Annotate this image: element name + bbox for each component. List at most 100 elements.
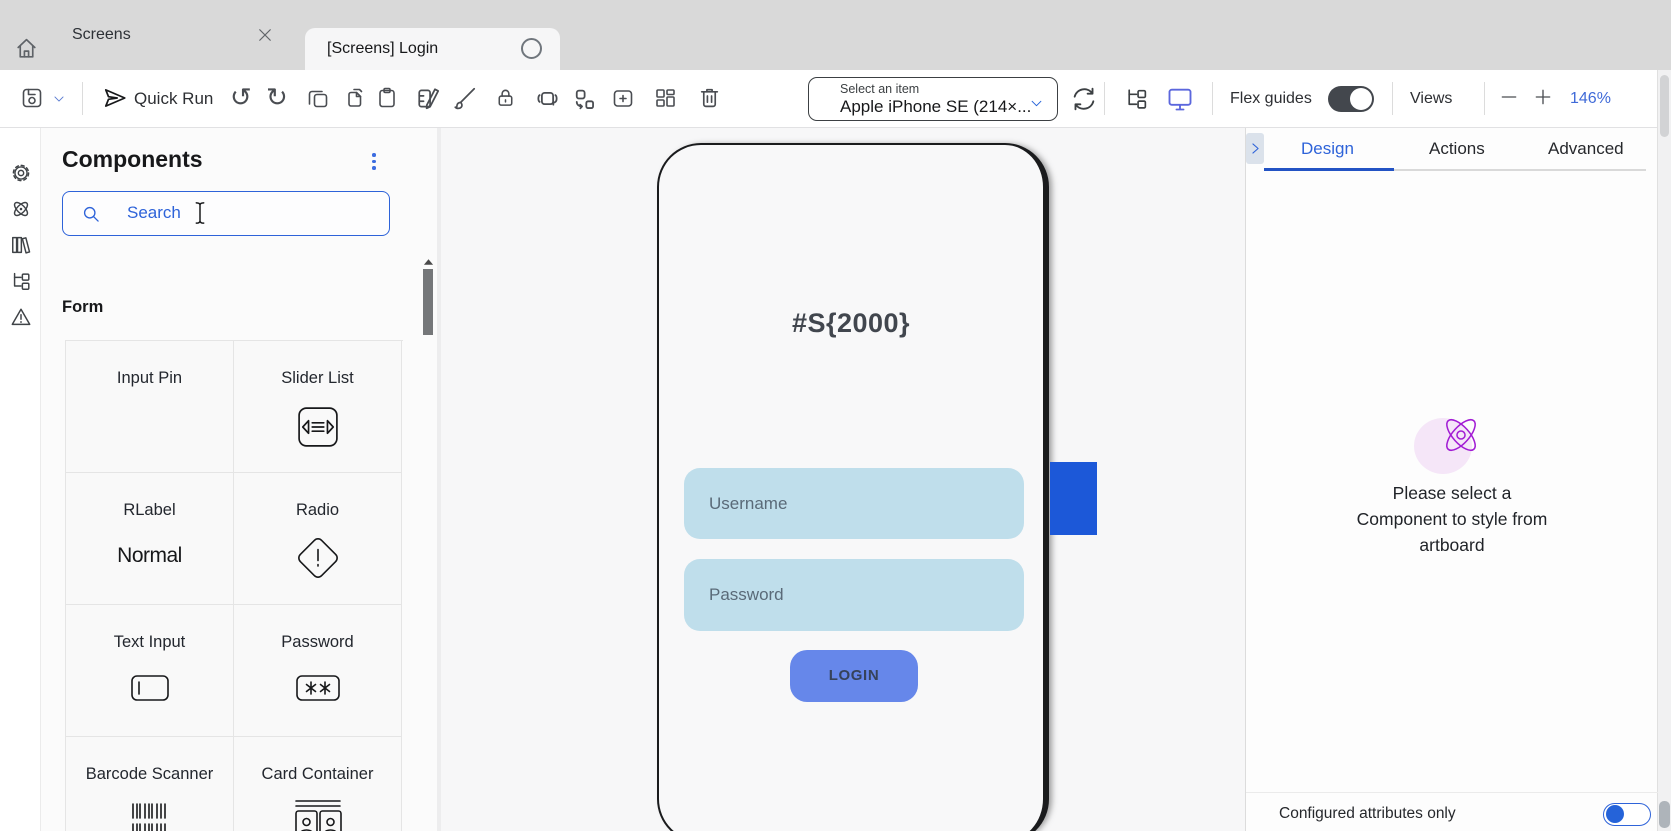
configured-attributes-toggle[interactable]	[1603, 803, 1651, 826]
scrollbar-thumb[interactable]	[1660, 75, 1669, 137]
configured-attributes-label: Configured attributes only	[1279, 805, 1456, 823]
component-label: Password	[281, 633, 353, 652]
tab-design[interactable]: Design	[1301, 139, 1354, 159]
copy-icon	[306, 86, 330, 110]
chevron-down-icon	[52, 92, 66, 106]
copy-button[interactable]	[306, 86, 330, 110]
app-window: Screens [Screens] Login Quick Run ↺ ↻	[0, 0, 1671, 831]
zoom-out-button[interactable]	[1499, 87, 1519, 107]
sync-button[interactable]	[1070, 85, 1098, 113]
search-input[interactable]	[127, 192, 377, 233]
toolbar: Quick Run ↺ ↻	[0, 70, 1671, 128]
warning-triangle-icon	[10, 306, 32, 328]
username-placeholder: Username	[709, 494, 787, 513]
bring-forward-button[interactable]	[534, 85, 561, 112]
component-password[interactable]: Password	[234, 605, 402, 737]
scrollbar-thumb-bottom[interactable]	[1659, 801, 1670, 828]
empty-state-line: artboard	[1332, 532, 1572, 558]
collapse-panel-button[interactable]	[1246, 133, 1264, 164]
library-books-icon	[10, 234, 32, 256]
monitor-icon	[1166, 85, 1194, 113]
tree-structure-icon	[10, 270, 32, 292]
rail-components-button[interactable]	[10, 198, 32, 220]
components-menu-button[interactable]	[367, 153, 381, 173]
paste-button[interactable]	[375, 86, 399, 110]
home-button[interactable]	[14, 36, 39, 61]
quick-run-button[interactable]	[102, 85, 128, 111]
hierarchy-tree-icon	[1124, 86, 1149, 111]
tab-login-label: [Screens] Login	[327, 28, 438, 70]
zoom-level-dropdown[interactable]: 146%	[1570, 89, 1611, 109]
scrollbar-thumb[interactable]	[423, 269, 433, 335]
screen-title-text[interactable]: #S{2000}	[659, 308, 1043, 339]
component-card-container[interactable]: Card Container	[234, 737, 402, 831]
duplicate-page-icon	[342, 86, 366, 110]
brush-icon	[452, 85, 478, 111]
duplicate-button[interactable]	[342, 86, 366, 110]
undo-button[interactable]: ↺	[230, 82, 252, 113]
active-tab-underline	[1264, 168, 1394, 171]
undo-icon: ↺	[230, 82, 252, 112]
password-field[interactable]: Password	[684, 559, 1024, 631]
tree-view-button[interactable]	[1124, 86, 1149, 111]
components-scrollbar[interactable]	[423, 258, 434, 335]
redo-button[interactable]: ↻	[266, 82, 288, 113]
views-dropdown[interactable]: Views	[1410, 89, 1452, 109]
component-radio[interactable]: Radio	[234, 473, 402, 605]
component-slider-list[interactable]: Slider List	[234, 341, 402, 473]
slider-list-icon	[297, 406, 339, 448]
tab-actions[interactable]: Actions	[1429, 139, 1485, 159]
components-search[interactable]	[62, 191, 390, 236]
delete-button[interactable]	[697, 85, 722, 110]
flex-guides-toggle[interactable]	[1328, 86, 1374, 112]
run-send-icon	[102, 85, 128, 111]
rail-library-button[interactable]	[10, 234, 32, 256]
empty-state-line: Component to style from	[1332, 506, 1572, 532]
rail-settings-button[interactable]	[10, 162, 32, 184]
folder-plus-icon	[611, 86, 635, 110]
save-options-button[interactable]	[52, 92, 66, 106]
scroll-up-arrow-icon[interactable]	[423, 258, 434, 266]
component-label: Radio	[296, 501, 339, 520]
selection-rectangle[interactable]	[1050, 462, 1097, 535]
atom-icon	[10, 198, 32, 220]
redo-icon: ↻	[266, 82, 288, 112]
toolbar-divider	[1392, 82, 1393, 115]
brush-button[interactable]	[452, 85, 478, 111]
window-scrollbar[interactable]	[1657, 70, 1671, 831]
component-rlabel[interactable]: RLabel Normal	[66, 473, 234, 605]
save-button[interactable]	[20, 86, 44, 110]
arrange-backward-icon	[570, 85, 597, 112]
toolbar-divider	[1104, 82, 1105, 115]
component-text-input[interactable]: Text Input	[66, 605, 234, 737]
tab-screens[interactable]: Screens	[40, 14, 290, 56]
rail-hierarchy-button[interactable]	[10, 270, 32, 292]
quick-run-label[interactable]: Quick Run	[134, 89, 213, 109]
send-backward-button[interactable]	[570, 85, 597, 112]
layout-button[interactable]	[653, 86, 677, 110]
preview-screen-button[interactable]	[1166, 85, 1194, 113]
login-button[interactable]: LOGIN	[790, 650, 918, 702]
left-icon-rail	[0, 128, 41, 831]
paste-clipboard-icon	[375, 86, 399, 110]
component-input-pin[interactable]: Input Pin	[66, 341, 234, 473]
tab-advanced[interactable]: Advanced	[1548, 139, 1624, 159]
toolbar-divider	[82, 82, 83, 115]
add-container-button[interactable]	[611, 86, 635, 110]
username-field[interactable]: Username	[684, 468, 1024, 539]
device-select[interactable]: Select an item Apple iPhone SE (214×...	[808, 77, 1058, 121]
save-icon	[20, 86, 44, 110]
section-form-title: Form	[62, 298, 103, 317]
close-icon[interactable]	[256, 26, 274, 44]
lock-button[interactable]	[494, 86, 517, 109]
rail-issues-button[interactable]	[10, 306, 32, 328]
tab-screens-login[interactable]: [Screens] Login	[305, 28, 560, 70]
styles-button[interactable]	[416, 85, 442, 111]
component-label: Input Pin	[117, 369, 182, 388]
chevron-down-icon	[1029, 96, 1044, 111]
artboard-phone-frame[interactable]: #S{2000} Username Password LOGIN	[657, 143, 1049, 831]
zoom-in-button[interactable]	[1533, 87, 1553, 107]
barcode-icon	[127, 802, 173, 831]
component-barcode-scanner[interactable]: Barcode Scanner	[66, 737, 234, 831]
home-icon	[14, 36, 39, 61]
